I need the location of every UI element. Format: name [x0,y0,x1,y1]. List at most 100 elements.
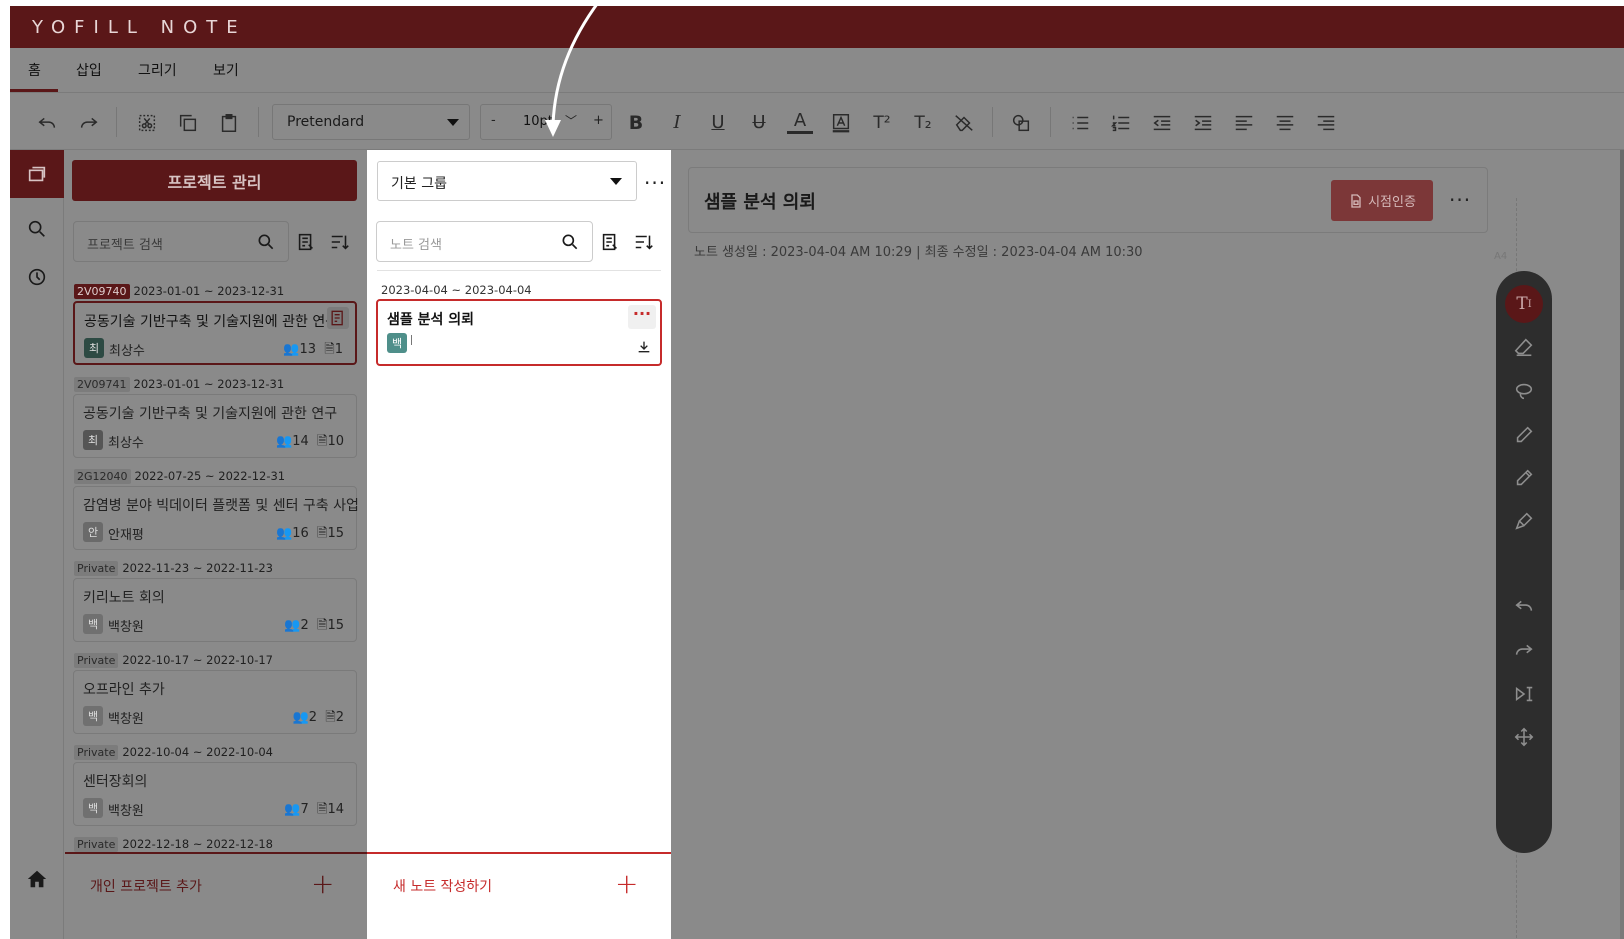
text-cursor [411,335,412,345]
download-icon[interactable] [636,339,652,355]
note-card-selected[interactable]: 샘플 분석 의뢰 ··· 백 [376,299,662,366]
highlight-icon[interactable] [828,110,854,136]
project-header: 2V09741 2023-01-01 ~ 2023-12-31 [74,377,284,392]
note-more-icon[interactable]: ··· [628,305,656,329]
outdent-icon[interactable] [1149,110,1175,136]
font-size-increase[interactable]: + [593,113,604,128]
sort-icon[interactable] [329,231,351,253]
clear-format-icon[interactable] [951,110,977,136]
timestamp-certify-button[interactable]: 시점인증 [1331,180,1433,221]
projects-nav-button[interactable] [10,150,64,198]
copy-icon[interactable] [175,110,201,136]
more-options-icon[interactable]: ··· [1449,190,1471,210]
project-manage-button[interactable]: 프로젝트 관리 [72,160,357,201]
plus-icon[interactable]: + [311,867,334,900]
cut-icon[interactable] [134,110,160,136]
highlighter-icon[interactable] [1512,509,1536,533]
font-color-icon[interactable]: A [787,110,813,134]
project-card[interactable]: 공동기술 기반구축 및 기술지원에 관한 연구 최 최상수 👥14 🗎10 [73,394,357,458]
chevron-down-icon[interactable]: ﹀ [565,112,577,129]
pencil-icon[interactable] [1512,466,1536,490]
filter-list-icon[interactable] [295,231,317,253]
avatar: 안 [83,522,103,542]
project-stats: 👥16 🗎15 [276,524,344,546]
project-card[interactable]: 오프라인 추가 백 백창원 👥2 🗎2 [73,670,357,734]
undo-icon[interactable] [1512,594,1536,618]
project-date-range: 2023-01-01 ~ 2023-12-31 [133,377,285,391]
project-code-badge: Private [74,561,119,576]
project-card[interactable]: 감염병 분야 빅데이터 플랫폼 및 센터 구축 사업 안 안재평 👥16 🗎15 [73,486,359,550]
pen-icon[interactable] [1512,423,1536,447]
project-date-range: 2022-10-04 ~ 2022-10-04 [122,745,273,759]
indent-icon[interactable] [1190,110,1216,136]
align-center-icon[interactable] [1272,110,1298,136]
note-group-select[interactable]: 기본 그룹 [377,161,637,201]
tab-home[interactable]: 홈 [28,60,41,80]
underline-icon[interactable]: U [705,110,731,136]
font-family-select[interactable]: Pretendard [272,104,470,140]
move-icon[interactable] [1512,725,1536,749]
eraser-icon[interactable] [1512,335,1536,359]
redo-icon[interactable] [76,110,102,136]
add-project-label[interactable]: 개인 프로젝트 추가 [90,876,202,896]
more-options-icon[interactable]: ··· [644,173,666,193]
member-count: 16 [292,526,309,541]
text-select-icon[interactable] [1512,682,1536,706]
project-card-selected[interactable]: 공동기술 기반구축 및 기술지원에 관한 연구 최 최상수 👥13 🗎1 [73,301,357,365]
avatar: 백 [83,706,103,726]
note-group-value: 기본 그룹 [391,176,447,192]
project-panel: 프로젝트 관리 프로젝트 검색 2V09740 2023-01-01 ~ 2023… [65,150,367,939]
undo-icon[interactable] [34,110,60,136]
paste-icon[interactable] [216,110,242,136]
plus-icon[interactable]: + [615,867,638,900]
members-icon: 👥 [284,802,301,817]
lasso-icon[interactable] [1512,379,1536,403]
project-owner: 최상수 [109,344,145,359]
font-size-stepper[interactable]: - 10pt ﹀ + [480,104,612,140]
superscript-icon[interactable]: T² [869,110,895,136]
new-note-label[interactable]: 새 노트 작성하기 [393,876,492,896]
text-tool-icon[interactable]: TI [1505,285,1543,323]
redo-icon[interactable] [1512,638,1536,662]
home-icon[interactable] [24,866,50,892]
subscript-icon[interactable]: T₂ [910,110,936,136]
project-owner: 최상수 [108,436,144,451]
shapes-icon[interactable] [1008,110,1034,136]
certify-label: 시점인증 [1368,195,1416,210]
search-icon[interactable] [24,216,50,242]
scrollbar-thumb[interactable] [1620,150,1624,590]
tab-draw[interactable]: 그리기 [138,60,177,80]
numbered-list-icon[interactable] [1108,110,1134,136]
member-count: 2 [300,618,309,633]
project-card[interactable]: 센터장회의 백 백창원 👥7 🗎14 [73,762,357,826]
bold-icon[interactable]: B [623,110,649,136]
tab-view[interactable]: 보기 [213,60,239,80]
font-size-decrease[interactable]: - [491,113,496,128]
project-date-range: 2022-12-18 ~ 2022-12-18 [122,837,273,851]
project-stats: 👥2 🗎15 [284,616,344,638]
new-note-bar[interactable]: 새 노트 작성하기 + [367,852,671,939]
font-family-value: Pretendard [287,114,365,130]
sort-icon[interactable] [633,231,655,253]
project-card[interactable]: 키리노트 회의 백 백창원 👥2 🗎15 [73,578,357,642]
note-title-heading[interactable]: 샘플 분석 의뢰 [704,188,816,214]
add-personal-project-bar[interactable]: 개인 프로젝트 추가 + [65,852,367,939]
project-code-badge: Private [74,653,119,668]
strikethrough-icon[interactable]: U [746,110,772,136]
notes-icon: 🗎 [317,618,328,633]
project-code-badge: Private [74,745,119,760]
project-search-input[interactable]: 프로젝트 검색 [73,221,289,262]
align-left-icon[interactable] [1231,110,1257,136]
caret-down-icon [447,119,459,126]
align-right-icon[interactable] [1313,110,1339,136]
project-search-placeholder: 프로젝트 검색 [87,238,163,253]
project-date-range: 2022-11-23 ~ 2022-11-23 [122,561,273,575]
italic-icon[interactable]: I [664,110,690,136]
bullet-list-icon[interactable] [1067,110,1093,136]
filter-list-icon[interactable] [599,231,621,253]
caret-down-icon [610,178,622,185]
history-icon[interactable] [24,264,50,290]
tab-insert[interactable]: 삽입 [76,60,102,80]
note-search-input[interactable]: 노트 검색 [376,221,593,262]
project-doc-icon[interactable] [327,307,349,329]
